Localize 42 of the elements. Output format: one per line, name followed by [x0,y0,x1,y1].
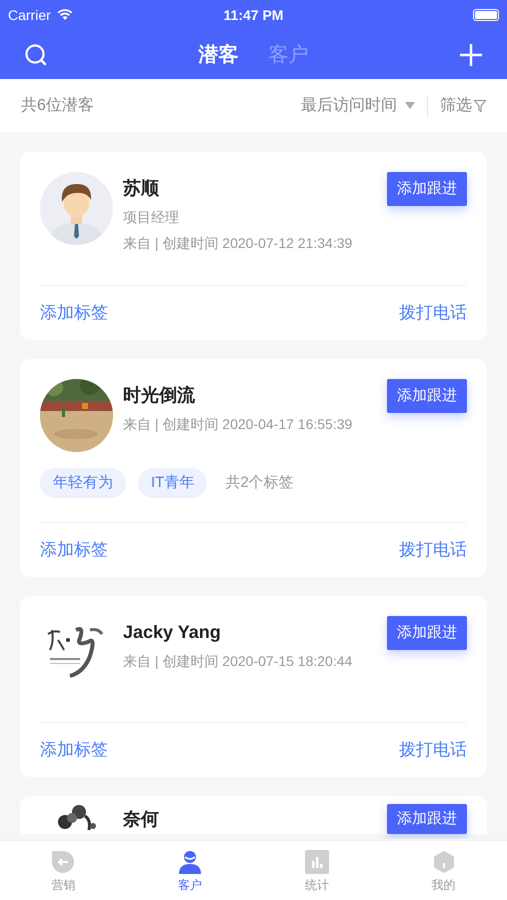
customer-name: Jacky Yang [123,621,222,644]
caret-icon [405,102,415,109]
tag-chip[interactable]: IT青年 [138,468,208,498]
battery-icon [473,9,499,21]
job-title: 项目经理 [123,208,180,226]
add-tag-link[interactable]: 添加标签 [40,537,108,563]
source-created-time: 来自 | 创建时间 2020-07-15 18:20:44 [123,652,354,670]
search-icon[interactable] [24,42,48,66]
source-created-time: 来自 | 创建时间 2020-07-12 21:34:39 [123,234,354,252]
person-icon [178,850,202,874]
back-arrow-icon [51,850,76,874]
tab-bar-item[interactable]: 客户 [126,841,254,900]
call-link[interactable]: 拨打电话 [399,737,467,763]
customer-name: 时光倒流 [123,384,196,407]
hexagon-icon [432,850,456,874]
add-tag-link[interactable]: 添加标签 [40,737,108,763]
carrier-label: Carrier [8,6,51,24]
filter-button[interactable]: 筛选 [440,94,486,118]
clock-time: 11:47 PM [224,6,284,24]
tag-chip[interactable]: 年轻有为 [40,468,126,498]
nav-tab[interactable]: 客户 [268,40,308,70]
funnel-icon [474,100,486,112]
tab-bar-item[interactable]: 我的 [380,841,507,900]
tag-count: 共2个标签 [225,472,294,493]
source-created-time: 来自 | 创建时间 2020-04-17 16:55:39 [123,415,354,433]
count-label: 共6位潜客 [21,96,95,116]
add-follow-up-button[interactable]: 添加跟进 [387,172,467,206]
bar-chart-icon [304,850,329,874]
customer-name: 奈何 [123,808,160,831]
add-follow-up-button[interactable]: 添加跟进 [387,616,467,650]
add-tag-link[interactable]: 添加标签 [40,300,108,326]
add-follow-up-button[interactable]: 添加跟进 [387,379,467,413]
wifi-icon [56,9,73,21]
call-link[interactable]: 拨打电话 [399,300,467,326]
tab-bar-item[interactable]: 营销 [0,841,127,900]
nav-tab[interactable]: 潜客 [198,40,238,70]
customer-name: 苏顺 [123,177,160,200]
add-follow-up-button[interactable]: 添加跟进 [387,804,467,834]
tab-bar-item[interactable]: 统计 [254,841,380,900]
add-icon[interactable] [459,42,483,66]
sort-dropdown[interactable]: 最后访问时间 [301,94,415,118]
call-link[interactable]: 拨打电话 [399,537,467,563]
